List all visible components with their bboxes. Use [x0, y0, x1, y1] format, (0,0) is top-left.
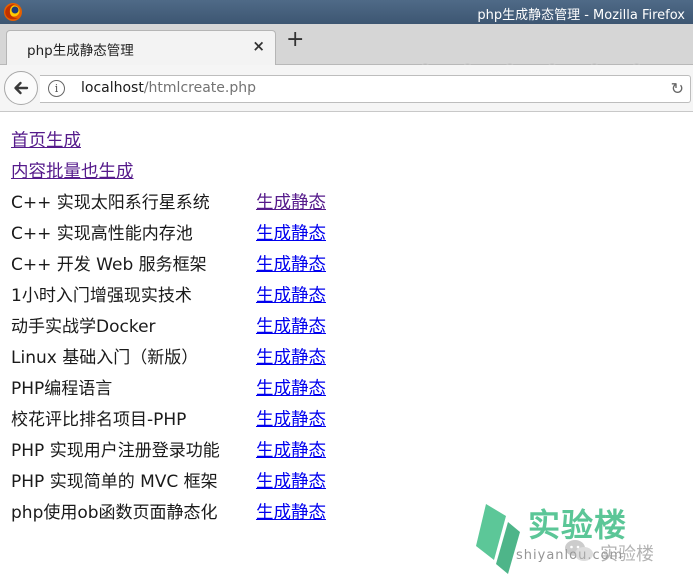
course-title: C++ 实现太阳系行星系统: [11, 193, 210, 213]
course-title: C++ 实现高性能内存池: [11, 224, 193, 244]
batch-generate-link[interactable]: 内容批量也生成: [11, 158, 134, 189]
window-titlebar: php生成静态管理 - Mozilla Firefox: [0, 0, 693, 24]
generate-static-link[interactable]: 生成静态: [256, 406, 326, 434]
generate-static-link[interactable]: 生成静态: [256, 220, 326, 248]
tab-strip: php生成静态管理 × ○ ○ ○ ○ ○ ○: [0, 24, 693, 74]
tab-label: php生成静态管理: [27, 43, 134, 59]
page-content: 首页生成 内容批量也生成 C++ 实现太阳系行星系统 生成静态 C++ 实现高性能内…: [11, 127, 326, 530]
course-title: php使用ob函数页面静态化: [11, 503, 218, 523]
course-row: PHP编程语言 生成静态: [11, 375, 326, 406]
watermark: 实验楼 shiyanlou.com 实验楼: [470, 498, 693, 587]
navigation-bar: i localhost/htmlcreate.php ↻: [0, 65, 693, 112]
generate-static-link[interactable]: 生成静态: [256, 189, 326, 217]
shiyanlou-logo: [476, 504, 520, 574]
course-title: PHP 实现用户注册登录功能: [11, 441, 220, 461]
url-text[interactable]: localhost/htmlcreate.php: [81, 80, 256, 96]
course-list: C++ 实现太阳系行星系统 生成静态 C++ 实现高性能内存池 生成静态 C++ 开发 …: [11, 189, 326, 530]
course-title: 1小时入门增强现实技术: [11, 286, 192, 306]
generate-static-link[interactable]: 生成静态: [256, 437, 326, 465]
course-row: C++ 实现高性能内存池 生成静态: [11, 220, 326, 251]
generate-static-link[interactable]: 生成静态: [256, 468, 326, 496]
generate-static-link[interactable]: 生成静态: [256, 313, 326, 341]
course-title: Linux 基础入门（新版）: [11, 348, 199, 368]
course-row: PHP 实现简单的 MVC 框架 生成静态: [11, 468, 326, 499]
back-button[interactable]: [4, 71, 38, 105]
course-row: C++ 实现太阳系行星系统 生成静态: [11, 189, 326, 220]
wechat-icon: [565, 540, 593, 561]
generate-static-link[interactable]: 生成静态: [256, 344, 326, 372]
course-row: 1小时入门增强现实技术 生成静态: [11, 282, 326, 313]
course-row: 动手实战学Docker 生成静态: [11, 313, 326, 344]
window-title: php生成静态管理 - Mozilla Firefox: [477, 8, 685, 23]
reload-icon[interactable]: ↻: [671, 79, 684, 98]
course-row: php使用ob函数页面静态化 生成静态: [11, 499, 326, 530]
generate-static-link[interactable]: 生成静态: [256, 282, 326, 310]
generate-static-link[interactable]: 生成静态: [256, 375, 326, 403]
back-arrow-icon: [14, 81, 29, 95]
tab-close-button[interactable]: ×: [252, 37, 265, 55]
course-row: 校花评比排名项目-PHP 生成静态: [11, 406, 326, 437]
course-title: C++ 开发 Web 服务框架: [11, 255, 207, 275]
tab-active[interactable]: php生成静态管理 ×: [6, 30, 276, 65]
course-title: PHP 实现简单的 MVC 框架: [11, 472, 218, 492]
course-title: 动手实战学Docker: [11, 317, 156, 337]
generate-static-link[interactable]: 生成静态: [256, 499, 326, 527]
url-path: /htmlcreate.php: [143, 80, 256, 96]
course-title: 校花评比排名项目-PHP: [11, 410, 187, 430]
course-title: PHP编程语言: [11, 379, 113, 399]
url-bar[interactable]: i localhost/htmlcreate.php ↻: [40, 75, 691, 103]
new-tab-button[interactable]: +: [286, 29, 304, 51]
course-row: Linux 基础入门（新版） 生成静态: [11, 344, 326, 375]
info-icon[interactable]: i: [48, 80, 65, 97]
firefox-icon: [4, 3, 22, 21]
course-row: C++ 开发 Web 服务框架 生成静态: [11, 251, 326, 282]
course-row: PHP 实现用户注册登录功能 生成静态: [11, 437, 326, 468]
home-generate-link[interactable]: 首页生成: [11, 127, 134, 158]
url-host: localhost: [81, 80, 144, 96]
generate-static-link[interactable]: 生成静态: [256, 251, 326, 279]
watermark-account: 实验楼: [600, 544, 654, 565]
